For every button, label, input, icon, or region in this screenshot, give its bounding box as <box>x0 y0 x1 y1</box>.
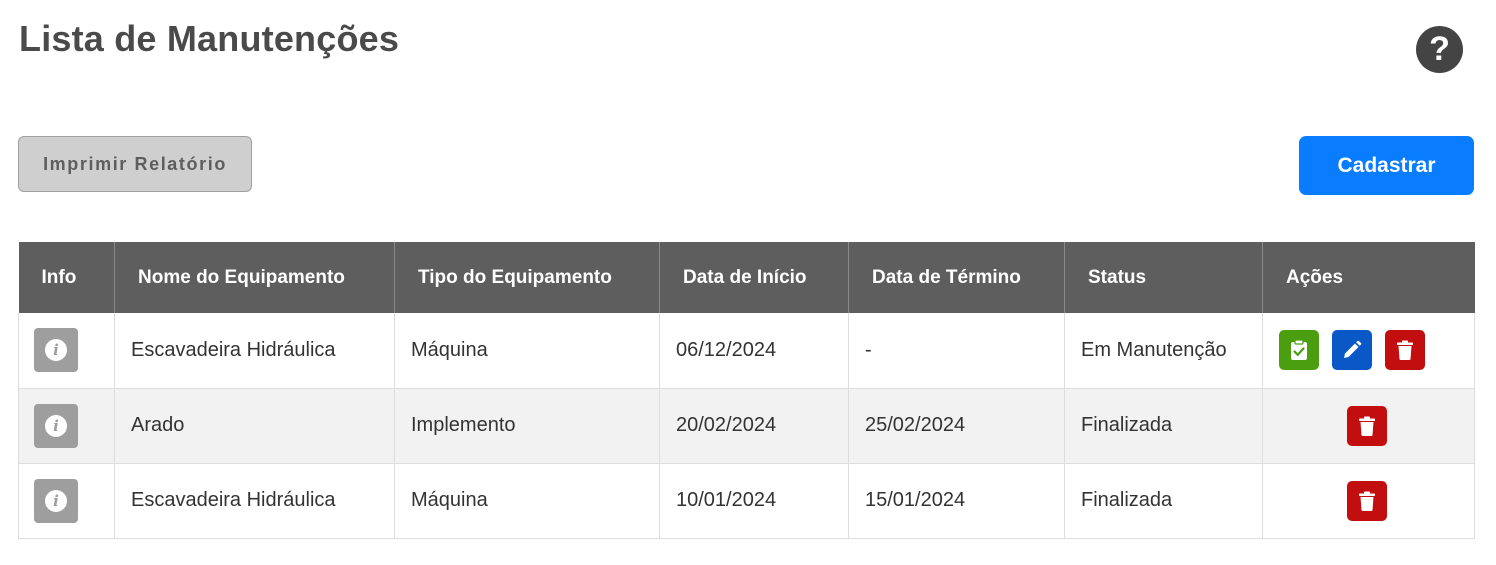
delete-button[interactable] <box>1347 480 1387 521</box>
trash-icon <box>1397 340 1413 361</box>
column-header-equipment-type: Tipo do Equipamento <box>394 242 660 313</box>
info-circle-icon: i <box>45 489 67 512</box>
info-button[interactable]: i <box>34 328 78 373</box>
table-row: i Escavadeira Hidráulica Máquina 06/12/2… <box>18 313 1475 389</box>
cell-end-date: - <box>848 313 1065 389</box>
trash-icon <box>1359 491 1375 511</box>
cell-status: Finalizada <box>1064 388 1263 464</box>
register-button[interactable]: Cadastrar <box>1299 136 1474 195</box>
row-actions <box>1279 405 1459 446</box>
pencil-icon <box>1344 340 1362 359</box>
finish-maintenance-button[interactable] <box>1279 330 1319 371</box>
cell-status: Em Manutenção <box>1064 313 1263 389</box>
trash-icon <box>1359 416 1375 436</box>
info-circle-icon: i <box>45 414 67 437</box>
column-header-end-date: Data de Término <box>848 242 1065 313</box>
column-header-status: Status <box>1064 242 1263 313</box>
cell-end-date: 15/01/2024 <box>848 463 1065 539</box>
table-row: i Arado Implemento 20/02/2024 25/02/2024… <box>18 388 1475 464</box>
cell-equipment-name: Escavadeira Hidráulica <box>114 313 395 389</box>
column-header-equipment-name: Nome do Equipamento <box>114 242 395 313</box>
cell-start-date: 10/01/2024 <box>659 463 849 539</box>
table-header-row: Info Nome do Equipamento Tipo do Equipam… <box>18 242 1475 313</box>
info-button[interactable]: i <box>34 478 78 523</box>
cell-equipment-name: Escavadeira Hidráulica <box>114 463 395 539</box>
table-row: i Escavadeira Hidráulica Máquina 10/01/2… <box>18 463 1475 539</box>
cell-start-date: 20/02/2024 <box>659 388 849 464</box>
row-actions <box>1279 330 1459 371</box>
print-report-button[interactable]: Imprimir Relatório <box>18 136 252 192</box>
info-circle-icon: i <box>45 339 67 362</box>
cell-status: Finalizada <box>1064 463 1263 539</box>
cell-equipment-type: Máquina <box>394 313 660 389</box>
cell-equipment-type: Implemento <box>394 388 660 464</box>
delete-button[interactable] <box>1347 405 1387 446</box>
page-title: Lista de Manutenções <box>19 18 400 59</box>
column-header-info: Info <box>18 242 115 313</box>
row-actions <box>1279 480 1459 521</box>
question-circle-icon: ? <box>1429 30 1450 68</box>
maintenance-table: Info Nome do Equipamento Tipo do Equipam… <box>18 242 1475 539</box>
column-header-actions: Ações <box>1262 242 1475 313</box>
delete-button[interactable] <box>1385 330 1425 371</box>
cell-start-date: 06/12/2024 <box>659 313 849 389</box>
cell-end-date: 25/02/2024 <box>848 388 1065 464</box>
cell-equipment-name: Arado <box>114 388 395 464</box>
help-button[interactable]: ? <box>1416 26 1463 73</box>
info-button[interactable]: i <box>34 403 78 448</box>
edit-button[interactable] <box>1332 330 1372 371</box>
clipboard-check-icon <box>1291 339 1307 361</box>
column-header-start-date: Data de Início <box>659 242 849 313</box>
cell-equipment-type: Máquina <box>394 463 660 539</box>
